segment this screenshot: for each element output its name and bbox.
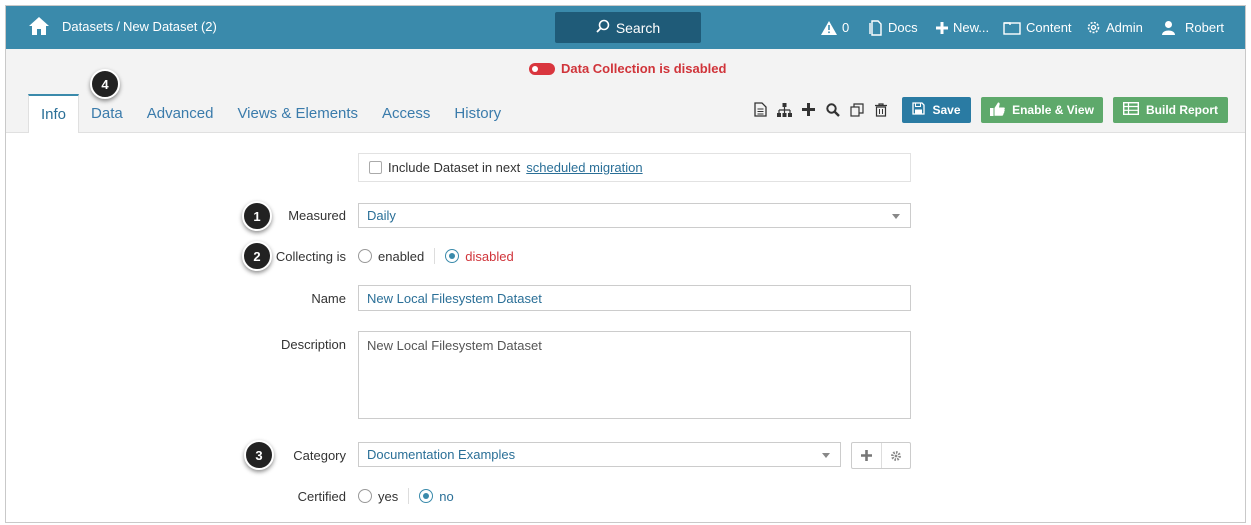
collecting-disabled-radio[interactable]: [445, 249, 460, 263]
chevron-down-icon: [822, 453, 830, 458]
user-name: Robert: [1185, 20, 1225, 35]
tab-views-elements[interactable]: Views & Elements: [225, 94, 370, 132]
new-menu[interactable]: New...: [936, 6, 989, 49]
certified-label: Certified: [297, 489, 346, 504]
plus-icon: [936, 21, 948, 34]
gear-icon: [1086, 20, 1101, 35]
callout-1: 1: [242, 201, 272, 231]
hierarchy-icon[interactable]: [777, 102, 792, 117]
user-icon: [1161, 20, 1176, 35]
measured-select[interactable]: Daily: [358, 203, 911, 228]
callout-3: 3: [244, 440, 274, 470]
tab-data[interactable]: Data: [79, 94, 135, 132]
description-field[interactable]: New Local Filesystem Dataset: [358, 331, 911, 419]
save-label: Save: [932, 103, 961, 117]
migration-row: Include Dataset in next scheduled migrat…: [358, 153, 911, 182]
copy-icon[interactable]: [849, 102, 864, 117]
certified-no-radio[interactable]: [419, 489, 434, 503]
tab-info[interactable]: Info: [28, 94, 80, 133]
callout-4: 4: [90, 69, 120, 99]
content-label: Content: [1026, 20, 1072, 35]
category-settings-button[interactable]: [881, 443, 910, 468]
divider: [408, 488, 410, 504]
breadcrumb-separator: /: [116, 19, 120, 34]
breadcrumb: Datasets / New Dataset (2): [62, 19, 217, 34]
admin-menu[interactable]: Admin: [1086, 6, 1143, 49]
breadcrumb-datasets[interactable]: Datasets: [62, 19, 113, 34]
docs-menu[interactable]: Docs: [869, 6, 918, 49]
description-value: New Local Filesystem Dataset: [367, 338, 542, 353]
toolbar-icons: [753, 102, 888, 117]
build-report-label: Build Report: [1146, 103, 1218, 117]
chevron-down-icon: [892, 214, 900, 219]
tab-bar: Info Data Advanced Views & Elements Acce…: [28, 94, 513, 133]
warning-icon: [821, 20, 837, 35]
plus-icon[interactable]: [801, 102, 816, 117]
migration-text: Include Dataset in next: [388, 160, 521, 175]
enable-view-label: Enable & View: [1012, 103, 1094, 117]
category-select[interactable]: Documentation Examples: [358, 442, 841, 467]
name-label: Name: [311, 291, 346, 306]
description-label: Description: [280, 337, 346, 352]
build-report-button[interactable]: Build Report: [1113, 97, 1228, 123]
add-category-button[interactable]: [852, 443, 881, 468]
document-icon[interactable]: [753, 102, 768, 117]
docs-label: Docs: [888, 20, 918, 35]
category-actions: [851, 442, 911, 469]
collecting-disabled-label[interactable]: disabled: [465, 249, 513, 264]
home-icon[interactable]: [28, 16, 50, 36]
table-icon: [1122, 101, 1140, 118]
collecting-enabled-radio[interactable]: [358, 249, 372, 263]
content-menu[interactable]: Content: [1003, 6, 1072, 49]
migration-checkbox[interactable]: [369, 161, 382, 174]
name-value: New Local Filesystem Dataset: [367, 290, 542, 306]
docs-icon: [869, 19, 883, 36]
search-label: Search: [615, 19, 661, 36]
enable-view-button[interactable]: Enable & View: [981, 97, 1103, 123]
collecting-label: Collecting is: [275, 249, 346, 264]
divider: [434, 248, 436, 264]
search-icon: [596, 19, 610, 36]
toggle-off-icon[interactable]: [529, 62, 555, 75]
data-collection-text: Data Collection is disabled: [561, 61, 727, 76]
callout-2: 2: [242, 241, 272, 271]
admin-label: Admin: [1106, 20, 1143, 35]
app-window: Datasets / New Dataset (2) Search 0 Docs N…: [5, 5, 1246, 523]
collecting-radio-group: enabled disabled: [358, 248, 514, 264]
certified-yes-label[interactable]: yes: [378, 489, 398, 504]
tab-history[interactable]: History: [442, 94, 513, 132]
thumbs-up-icon: [990, 102, 1005, 119]
certified-yes-radio[interactable]: [358, 489, 372, 503]
certified-no-label[interactable]: no: [439, 489, 453, 504]
trash-icon[interactable]: [873, 102, 888, 117]
alerts-menu[interactable]: 0: [821, 6, 849, 49]
breadcrumb-current: New Dataset (2): [122, 19, 217, 34]
dataset-header: Data Collection is disabled Info Data Ad…: [6, 49, 1245, 133]
data-collection-status: Data Collection is disabled: [529, 61, 726, 76]
certified-radio-group: yes no: [358, 488, 454, 504]
gear-icon: [891, 450, 901, 461]
save-button[interactable]: Save: [902, 97, 971, 123]
name-field[interactable]: New Local Filesystem Dataset: [358, 285, 911, 311]
category-value: Documentation Examples: [367, 447, 516, 462]
measured-label: Measured: [288, 208, 346, 223]
new-label: New...: [953, 20, 990, 35]
floppy-disk-icon: [912, 102, 926, 118]
category-label: Category: [293, 448, 346, 463]
tab-access[interactable]: Access: [370, 94, 442, 132]
alerts-count: 0: [842, 20, 850, 35]
search-button[interactable]: Search: [555, 12, 701, 43]
top-bar: Datasets / New Dataset (2) Search 0 Docs N…: [6, 6, 1245, 49]
collecting-enabled-label[interactable]: enabled: [378, 249, 424, 264]
measured-value: Daily: [367, 208, 396, 223]
search-icon[interactable]: [825, 102, 840, 117]
scheduled-migration-link[interactable]: scheduled migration: [526, 160, 642, 175]
folder-icon: [1003, 21, 1021, 35]
user-menu[interactable]: Robert: [1161, 6, 1224, 49]
tab-advanced[interactable]: Advanced: [135, 94, 226, 132]
